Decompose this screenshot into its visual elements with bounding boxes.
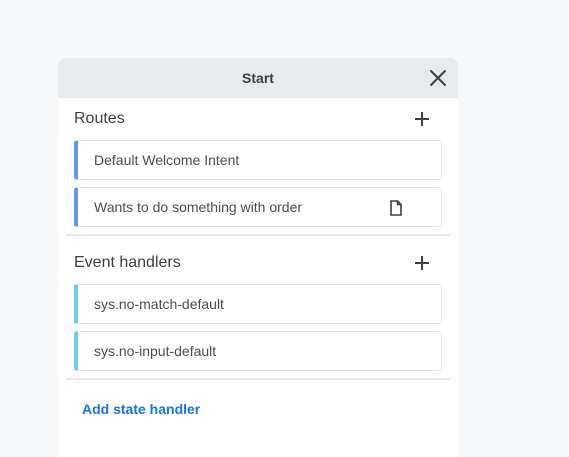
add-route-plus-icon[interactable] [412, 109, 432, 129]
add-event-handler-plus-icon[interactable] [412, 253, 432, 273]
start-page-panel: Start Routes Default Welcome Intent Want… [58, 58, 458, 457]
add-state-handler-link[interactable]: Add state handler [58, 380, 458, 417]
event-handler-item-no-match-default[interactable]: sys.no-match-default [74, 284, 442, 324]
routes-section-header: Routes [58, 98, 458, 140]
route-item-wants-to-do-something-with-order[interactable]: Wants to do something with order [74, 187, 442, 227]
panel-header: Start [58, 58, 458, 98]
routes-title: Routes [74, 110, 125, 127]
event-handlers-section-header: Event handlers [58, 242, 458, 284]
route-item-label: Wants to do something with order [94, 199, 303, 215]
close-icon[interactable] [428, 68, 448, 88]
event-handlers-title: Event handlers [74, 254, 181, 271]
event-handler-item-label: sys.no-match-default [94, 296, 224, 312]
section-divider [66, 234, 450, 236]
document-icon[interactable] [389, 200, 403, 216]
panel-title: Start [242, 70, 274, 86]
route-item-label: Default Welcome Intent [94, 152, 240, 168]
event-handler-item-label: sys.no-input-default [94, 343, 217, 359]
event-handler-item-no-input-default[interactable]: sys.no-input-default [74, 331, 442, 371]
route-item-default-welcome-intent[interactable]: Default Welcome Intent [74, 140, 442, 180]
